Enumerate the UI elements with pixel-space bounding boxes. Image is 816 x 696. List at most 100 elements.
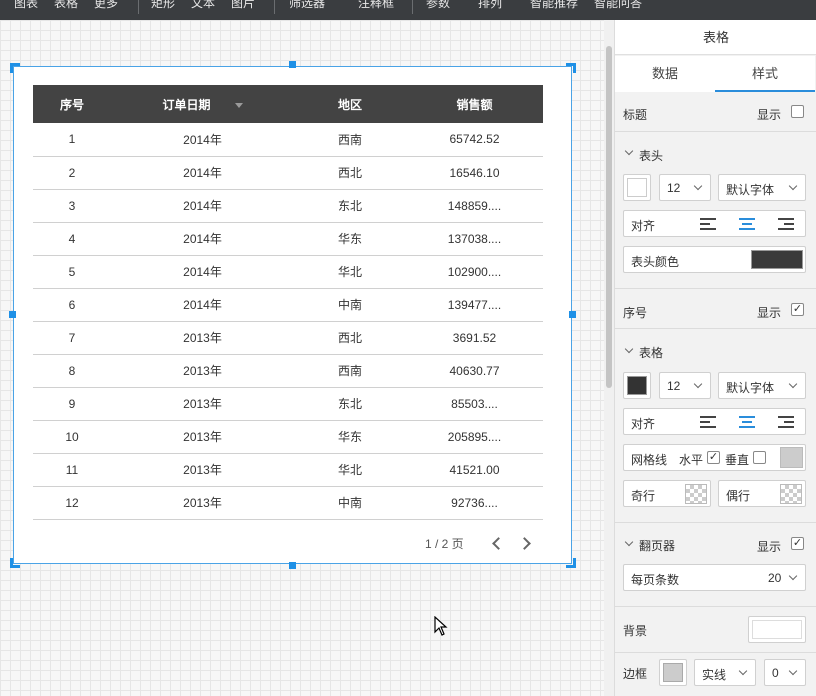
table-row[interactable]: 12 2013年 中南 92736.... <box>33 486 543 520</box>
canvas-scrollbar[interactable] <box>604 20 614 696</box>
table-row[interactable]: 9 2013年 东北 85503.... <box>33 387 543 421</box>
table-font-size-select[interactable]: 12 <box>659 372 711 399</box>
table-row[interactable]: 6 2014年 中南 139477.... <box>33 288 543 322</box>
cell-serial: 5 <box>33 255 111 289</box>
pager-show-checkbox[interactable]: ✓ <box>791 537 804 550</box>
toolbar-rect-button[interactable]: 矩形 <box>151 0 175 11</box>
pager-text: 1 / 2 页 <box>425 537 464 551</box>
toolbar-annotation-button[interactable]: 注释框 <box>358 0 394 11</box>
table-row[interactable]: 8 2013年 西南 40630.77 <box>33 354 543 388</box>
resize-handle-right[interactable] <box>569 311 576 318</box>
resize-handle-left[interactable] <box>9 311 16 318</box>
column-header-order-date[interactable]: 订单日期 <box>111 85 294 123</box>
table-row[interactable]: 5 2014年 华北 102900.... <box>33 255 543 289</box>
serial-show-checkbox[interactable]: ✓ <box>791 303 804 316</box>
table-row[interactable]: 10 2013年 华东 205895.... <box>33 420 543 454</box>
header-font-color-picker[interactable] <box>623 174 651 201</box>
header-font-size-select[interactable]: 12 <box>659 174 711 201</box>
gridline-color-swatch[interactable] <box>780 447 803 468</box>
toolbar-text-button[interactable]: 文本 <box>191 0 215 11</box>
table-row[interactable]: 4 2014年 华东 137038.... <box>33 222 543 256</box>
resize-handle-bottom-left[interactable] <box>10 558 20 568</box>
resize-handle-top-left[interactable] <box>10 63 20 73</box>
toolbar-smart-qa-button[interactable]: 智能问答 <box>594 0 642 11</box>
align-left-icon[interactable] <box>700 218 716 230</box>
background-color-swatch[interactable] <box>748 616 806 643</box>
tab-style[interactable]: 样式 <box>715 56 815 92</box>
toolbar-param-button[interactable]: 参数 <box>426 0 450 11</box>
table-align-control: 对齐 <box>623 408 806 435</box>
table-font-color-picker[interactable] <box>623 372 651 399</box>
cell-order-date: 2013年 <box>111 453 294 487</box>
chevron-down-icon <box>693 181 703 191</box>
toolbar-table-button[interactable]: 表格 <box>54 0 78 11</box>
align-center-icon[interactable] <box>739 416 755 428</box>
table-font-family-select[interactable]: 默认字体 <box>718 372 806 399</box>
table-row[interactable]: 7 2013年 西北 3691.52 <box>33 321 543 355</box>
toolbar-image-button[interactable]: 图片 <box>231 0 255 11</box>
resize-handle-top[interactable] <box>289 61 296 68</box>
align-center-icon[interactable] <box>739 218 755 230</box>
pager-section-label: 翻页器 <box>639 539 676 553</box>
table-row[interactable]: 1 2014年 西南 65742.52 <box>33 123 543 157</box>
cell-serial: 3 <box>33 189 111 223</box>
border-style-select[interactable]: 实线 <box>694 659 756 686</box>
data-table: 序号 订单日期 地区 销售额 1 2014年 西南 65742.52 2 2014年 西北 1… <box>33 85 543 520</box>
next-page-icon[interactable] <box>518 537 531 550</box>
even-row-color-swatch[interactable] <box>780 484 802 504</box>
gridline-horizontal-checkbox[interactable]: ✓ <box>707 451 720 464</box>
cell-order-date: 2014年 <box>111 123 294 157</box>
header-color-swatch[interactable] <box>751 250 803 269</box>
align-left-icon[interactable] <box>700 416 716 428</box>
cell-serial: 7 <box>33 321 111 355</box>
table-widget[interactable]: 序号 订单日期 地区 销售额 1 2014年 西南 65742.52 2 2014年 西北 1… <box>13 66 572 564</box>
chevron-down-icon[interactable] <box>624 344 634 354</box>
cell-sales: 137038.... <box>406 222 543 256</box>
toolbar-more-button[interactable]: 更多 <box>94 0 118 11</box>
cell-serial: 6 <box>33 288 111 322</box>
column-header-region[interactable]: 地区 <box>294 85 406 123</box>
odd-row-color: 奇行 <box>623 480 711 507</box>
page-size-select[interactable]: 每页条数 20 <box>623 564 806 591</box>
tab-data[interactable]: 数据 <box>615 56 715 92</box>
toolbar-arrange-button[interactable]: 排列 <box>478 0 502 11</box>
toolbar-filter-button[interactable]: 筛选器 <box>289 0 325 11</box>
border-width-select[interactable]: 0 <box>764 659 806 686</box>
table-row[interactable]: 2 2014年 西北 16546.10 <box>33 156 543 190</box>
table-row[interactable]: 11 2013年 华北 41521.00 <box>33 453 543 487</box>
panel-title: 表格 <box>615 20 816 55</box>
toolbar-smart-recommend-button[interactable]: 智能推荐 <box>530 0 578 11</box>
gridline-vertical-checkbox[interactable] <box>753 451 766 464</box>
sort-icon[interactable] <box>234 102 243 108</box>
border-color-picker[interactable] <box>659 659 687 686</box>
table-row[interactable]: 3 2014年 东北 148859.... <box>33 189 543 223</box>
resize-handle-top-right[interactable] <box>566 63 576 73</box>
cell-region: 西南 <box>294 123 406 157</box>
chevron-down-icon[interactable] <box>624 537 634 547</box>
cell-sales: 92736.... <box>406 486 543 520</box>
toolbar-chart-button[interactable]: 图表 <box>14 0 38 11</box>
align-right-icon[interactable] <box>778 416 794 428</box>
header-font-family-select[interactable]: 默认字体 <box>718 174 806 201</box>
cell-order-date: 2014年 <box>111 156 294 190</box>
align-right-icon[interactable] <box>778 218 794 230</box>
chevron-down-icon[interactable] <box>624 146 634 156</box>
title-show-checkbox[interactable] <box>791 105 804 118</box>
cell-order-date: 2014年 <box>111 288 294 322</box>
cell-sales: 85503.... <box>406 387 543 421</box>
resize-handle-bottom-right[interactable] <box>566 558 576 568</box>
gridline-vertical-label: 垂直 <box>725 453 750 467</box>
cell-region: 西北 <box>294 321 406 355</box>
scrollbar-thumb[interactable] <box>606 46 612 388</box>
column-header-sales[interactable]: 销售额 <box>406 85 543 123</box>
prev-page-icon[interactable] <box>492 537 505 550</box>
column-header-serial[interactable]: 序号 <box>33 85 111 123</box>
cell-region: 西北 <box>294 156 406 190</box>
chevron-down-icon <box>788 666 798 676</box>
serial-row-label: 序号 <box>623 306 648 320</box>
cell-sales: 65742.52 <box>406 123 543 157</box>
resize-handle-bottom[interactable] <box>289 562 296 569</box>
table-header-row: 序号 订单日期 地区 销售额 <box>33 85 543 123</box>
cell-order-date: 2013年 <box>111 354 294 388</box>
odd-row-color-swatch[interactable] <box>685 484 707 504</box>
